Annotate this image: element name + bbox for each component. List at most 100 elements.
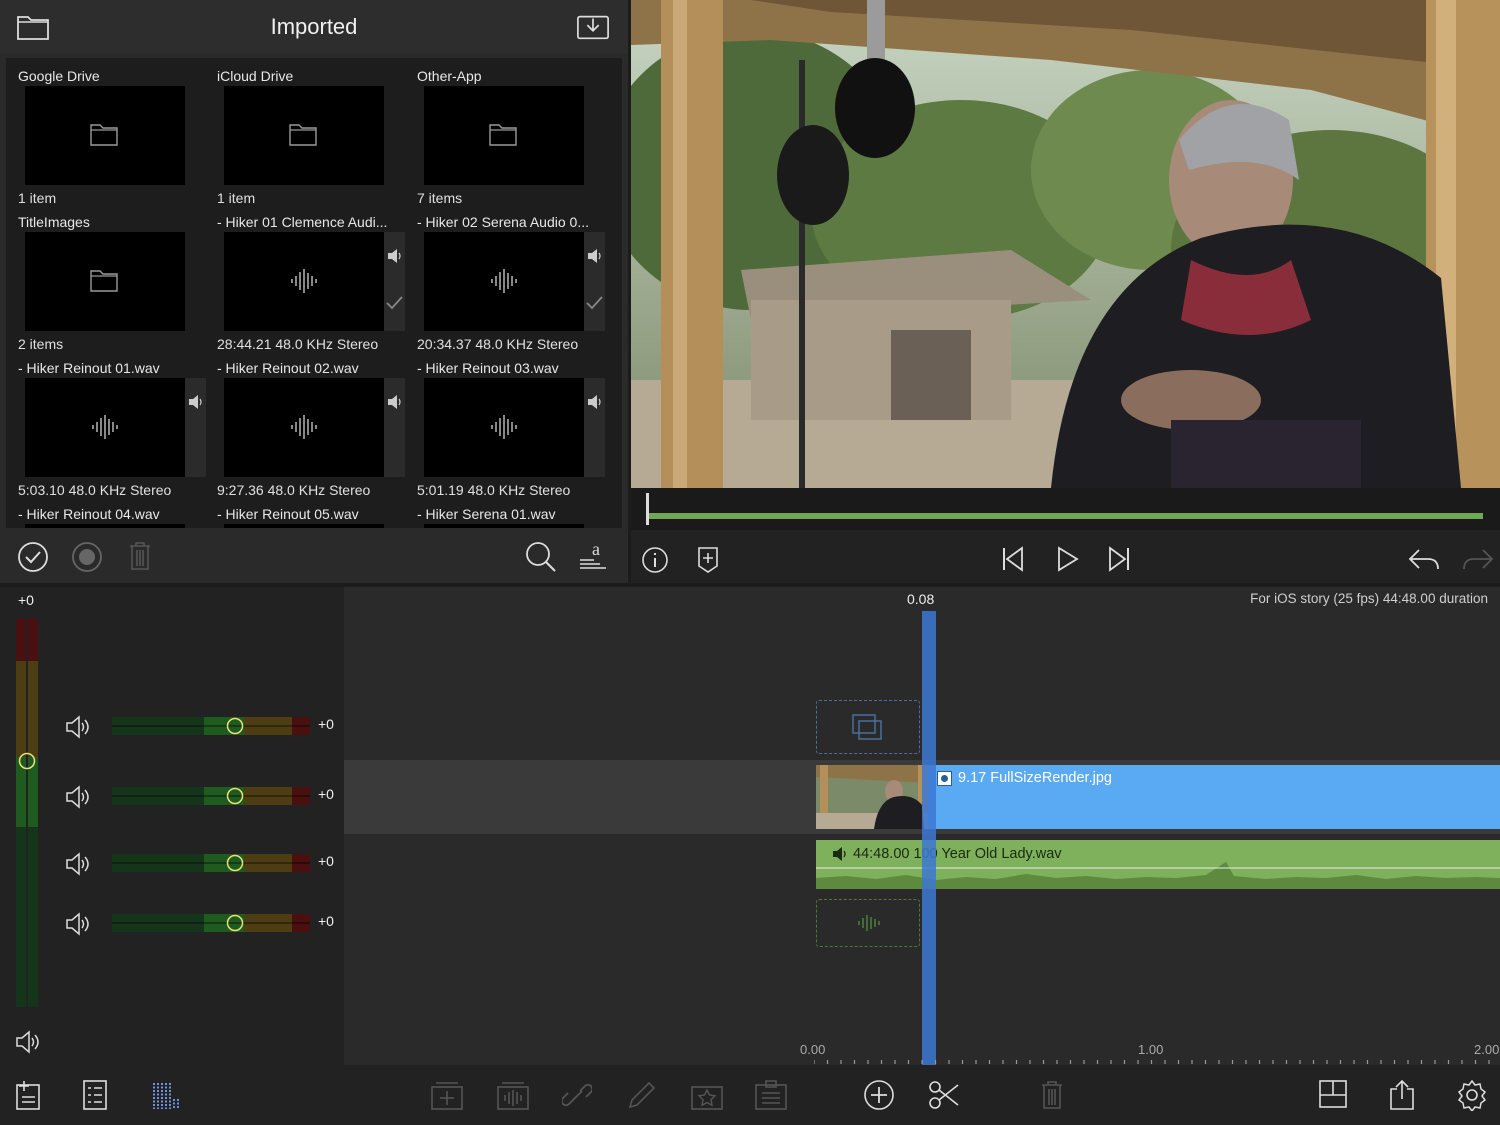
audio-tile[interactable]: - Hiker Reinout 05.wav bbox=[215, 496, 405, 528]
import-icon[interactable] bbox=[576, 12, 610, 42]
audio-tile[interactable]: - Hiker Reinout 04.wav bbox=[16, 496, 206, 528]
waveform-icon bbox=[92, 415, 118, 439]
folder-tile[interactable]: Google Drive 1 item bbox=[16, 58, 206, 206]
ruler-label: 1.00 bbox=[1138, 1042, 1164, 1057]
favorite-icon[interactable] bbox=[690, 1079, 724, 1111]
track-volume-label: +0 bbox=[318, 853, 334, 869]
audio-tile[interactable]: - Hiker Reinout 02.wav 9:27.36 48.0 KHz S… bbox=[215, 350, 405, 498]
audio-tile[interactable]: - Hiker Reinout 01.wav 5:03.10 48.0 KHz S… bbox=[16, 350, 206, 498]
audio-wave-icon bbox=[858, 915, 880, 931]
scrubber-playhead[interactable] bbox=[646, 493, 649, 525]
speaker-icon bbox=[388, 395, 401, 409]
tile-side-strip bbox=[384, 232, 405, 331]
skip-back-icon[interactable] bbox=[1001, 546, 1025, 572]
delete-clip-icon[interactable] bbox=[1040, 1079, 1064, 1111]
tile-thumbnail[interactable] bbox=[25, 232, 185, 331]
audio-tile[interactable]: - Hiker Reinout 03.wav 5:01.19 48.0 KHz S… bbox=[415, 350, 605, 498]
tile-thumbnail[interactable] bbox=[25, 524, 185, 528]
add-media-icon[interactable] bbox=[14, 1079, 42, 1111]
speaker-icon[interactable] bbox=[64, 784, 90, 810]
record-icon[interactable] bbox=[71, 541, 103, 573]
info-icon[interactable] bbox=[641, 546, 669, 574]
add-marker-icon[interactable] bbox=[697, 546, 719, 574]
viewer bbox=[631, 0, 1500, 583]
tile-thumbnail[interactable] bbox=[224, 378, 384, 477]
timeline-playhead[interactable] bbox=[922, 611, 936, 1065]
audio-track-placeholder[interactable] bbox=[816, 899, 920, 947]
tile-thumbnail[interactable] bbox=[25, 86, 185, 185]
scrubber[interactable] bbox=[631, 488, 1500, 530]
audio-mixer: +0 +0 +0 +0 +0 bbox=[0, 587, 344, 1065]
master-volume-meter[interactable] bbox=[16, 619, 38, 1007]
mixer-track-row: +0 bbox=[0, 782, 344, 812]
volume-fader[interactable] bbox=[112, 854, 310, 872]
link-icon[interactable] bbox=[562, 1079, 592, 1111]
project-info: For iOS story (25 fps) 44:48.00 duration bbox=[1250, 591, 1488, 606]
add-icon[interactable] bbox=[863, 1079, 895, 1111]
speaker-icon[interactable] bbox=[64, 714, 90, 740]
bottom-toolbar bbox=[0, 1065, 1500, 1125]
volume-fader[interactable] bbox=[112, 787, 310, 805]
transport-bar bbox=[631, 530, 1500, 583]
tile-thumbnail[interactable] bbox=[424, 232, 584, 331]
sort-icon[interactable]: a bbox=[578, 540, 608, 574]
scrubber-track[interactable] bbox=[647, 513, 1483, 519]
tile-side-strip bbox=[384, 378, 405, 477]
speaker-icon[interactable] bbox=[64, 851, 90, 877]
video-preview[interactable] bbox=[631, 0, 1500, 488]
audio-clip[interactable]: 44:48.00 100 Year Old Lady.wav bbox=[816, 840, 1500, 889]
settings-gear-icon[interactable] bbox=[1456, 1079, 1488, 1111]
tile-thumbnail[interactable] bbox=[224, 232, 384, 331]
share-icon[interactable] bbox=[1388, 1079, 1416, 1111]
timeline-ruler: 0.00 1.00 2.00 bbox=[344, 1042, 1500, 1065]
speaker-icon[interactable] bbox=[64, 911, 90, 937]
folder-tile[interactable]: iCloud Drive 1 item bbox=[215, 58, 405, 206]
speaker-icon bbox=[388, 249, 401, 263]
tile-thumbnail[interactable] bbox=[424, 378, 584, 477]
tile-thumbnail[interactable] bbox=[424, 524, 584, 528]
browser-header: Imported bbox=[0, 0, 628, 54]
title-track-placeholder[interactable] bbox=[816, 700, 920, 754]
volume-fader[interactable] bbox=[112, 914, 310, 932]
tile-name: - Hiker Reinout 02.wav bbox=[217, 360, 359, 376]
skip-forward-icon[interactable] bbox=[1107, 546, 1131, 572]
clipboard-icon[interactable] bbox=[754, 1079, 788, 1111]
detach-audio-icon[interactable] bbox=[496, 1079, 530, 1111]
audio-tile[interactable]: - Hiker 01 Clemence Audi... 28:44.21 48.0… bbox=[215, 204, 405, 352]
waveform-icon bbox=[491, 269, 517, 293]
tile-name: - Hiker 02 Serena Audio 0... bbox=[417, 214, 589, 230]
tile-thumbnail[interactable] bbox=[424, 86, 584, 185]
select-check-icon[interactable] bbox=[17, 541, 49, 573]
timeline[interactable]: 0.08 For iOS story (25 fps) 44:48.00 dur… bbox=[344, 587, 1500, 1065]
ruler-label: 2.00 bbox=[1474, 1042, 1500, 1057]
inspector-list-icon[interactable] bbox=[82, 1079, 108, 1111]
audio-tile[interactable]: - Hiker 02 Serena Audio 0... 20:34.37 48.… bbox=[415, 204, 605, 352]
tile-side-strip bbox=[185, 378, 206, 477]
search-icon[interactable] bbox=[524, 540, 558, 574]
layout-icon[interactable] bbox=[1318, 1079, 1348, 1111]
tile-side-strip bbox=[584, 378, 605, 477]
redo-icon[interactable] bbox=[1461, 547, 1495, 571]
folder-tile[interactable]: TitleImages 2 items bbox=[16, 204, 206, 352]
tile-thumbnail[interactable] bbox=[224, 86, 384, 185]
film-icon bbox=[852, 714, 882, 740]
master-volume-label: +0 bbox=[18, 592, 34, 608]
trash-icon[interactable] bbox=[127, 540, 153, 572]
master-speaker-icon[interactable] bbox=[14, 1029, 40, 1055]
tile-name: TitleImages bbox=[18, 214, 90, 230]
undo-icon[interactable] bbox=[1407, 547, 1441, 571]
folder-tile[interactable]: Other-App 7 items bbox=[415, 58, 605, 206]
play-icon[interactable] bbox=[1056, 546, 1080, 572]
pencil-icon[interactable] bbox=[626, 1079, 656, 1111]
audio-tile[interactable]: - Hiker Serena 01.wav bbox=[415, 496, 605, 528]
insert-clip-icon[interactable] bbox=[430, 1079, 464, 1111]
tile-thumbnail[interactable] bbox=[224, 524, 384, 528]
tile-thumbnail[interactable] bbox=[25, 378, 185, 477]
video-clip[interactable]: 9.17 FullSizeRender.jpg bbox=[816, 765, 1500, 829]
tile-name: - Hiker Reinout 04.wav bbox=[18, 506, 160, 522]
waveform-icon bbox=[291, 269, 317, 293]
split-scissors-icon[interactable] bbox=[928, 1079, 960, 1111]
volume-fader[interactable] bbox=[112, 717, 310, 735]
audio-meters-icon[interactable] bbox=[152, 1079, 182, 1111]
audio-clip-label: 44:48.00 100 Year Old Lady.wav bbox=[853, 846, 1062, 862]
